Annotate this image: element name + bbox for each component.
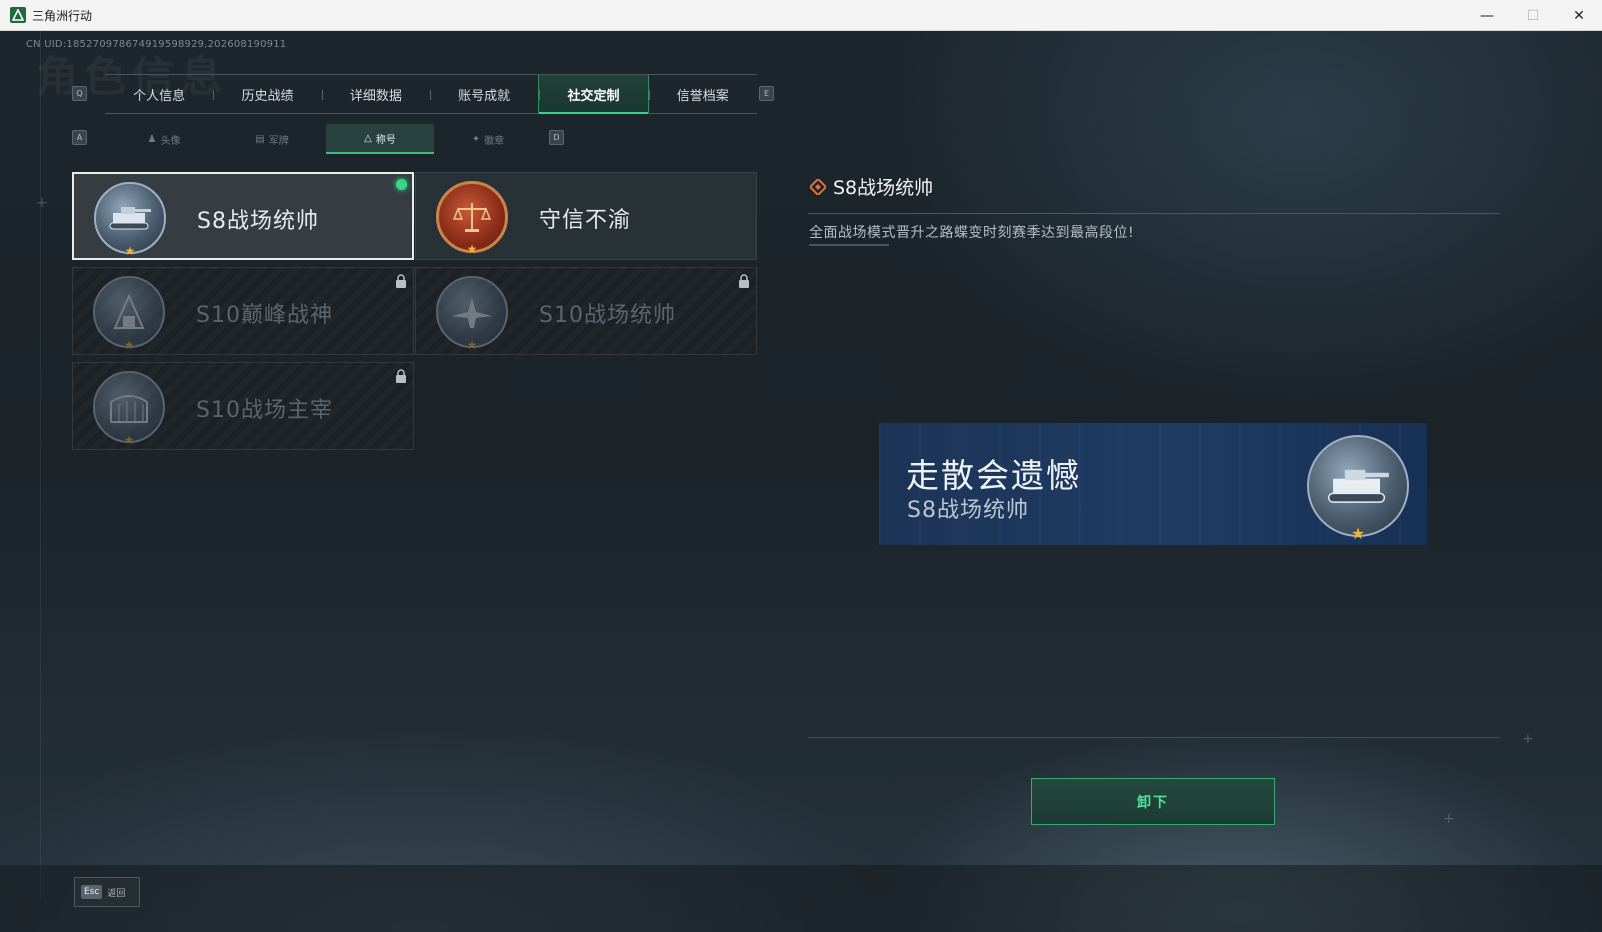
uid-label: CN UID:185270978674919598929,20260819091… [26, 39, 287, 50]
subtab-title[interactable]: △ 称号 [326, 124, 434, 154]
star-icon: ★ [1350, 524, 1366, 543]
title-card[interactable]: ★ S10巅峰战神 [72, 267, 414, 355]
star-icon: ★ [124, 244, 136, 258]
divider [808, 213, 1500, 214]
subtab-emblem[interactable]: ✦ 徽章 [434, 124, 542, 154]
bottom-bar: Esc 返回 [0, 865, 1602, 932]
diamond-icon [810, 179, 826, 195]
tab-personal-info[interactable]: 个人信息 [105, 75, 213, 113]
dogtag-icon: ▤ [255, 133, 265, 145]
title-name: S8战场统帅 [197, 209, 319, 234]
key-hint-next-subtab[interactable]: D [549, 130, 564, 145]
star-icon: ★ [466, 338, 478, 352]
tab-achievements[interactable]: 账号成就 [429, 75, 538, 113]
detail-title: S8战场统帅 [833, 177, 934, 199]
star-icon: ★ [123, 433, 135, 447]
person-icon: ♟ [147, 133, 157, 145]
title-preview-card: 走散会遗憾 S8战场统帅 ★ [879, 423, 1427, 545]
decor-cross-icon: + [1522, 731, 1534, 747]
key-hint-prev-subtab[interactable]: A [72, 130, 87, 145]
tower-medal-icon: ★ [93, 276, 165, 352]
esc-key-badge: Esc [81, 885, 103, 899]
game-viewport: 角色信息 CN UID:185270978674919598929,202608… [0, 31, 1602, 932]
window-title: 三角洲行动 [32, 8, 93, 23]
title-name: S10战场统帅 [539, 303, 676, 328]
key-hint-prev-tab[interactable]: Q [72, 86, 87, 101]
equipped-indicator [396, 179, 407, 190]
detail-description: 全面战场模式晋升之路蝶变时刻赛季达到最高段位! [809, 225, 1135, 241]
app-logo-icon [10, 7, 26, 23]
tab-detailed-data[interactable]: 详细数据 [321, 75, 430, 113]
title-card[interactable]: ★ S10战场主宰 [72, 362, 414, 450]
window-titlebar: 三角洲行动 — ☐ ✕ [0, 0, 1602, 31]
back-label: 返回 [107, 888, 126, 899]
colosseum-medal-icon: ★ [93, 371, 165, 447]
tank-medal-icon: ★ [1307, 435, 1409, 543]
scales-medal-icon: ★ [436, 181, 508, 256]
subtab-avatar[interactable]: ♟ 头像 [110, 124, 218, 154]
title-card[interactable]: ★ S10战场统帅 [415, 267, 757, 355]
main-tabs: 个人信息 历史战绩 详细数据 账号成就 社交定制 信誉档案 [105, 74, 757, 114]
divider [809, 244, 889, 246]
emblem-icon: ✦ [471, 133, 481, 145]
close-button[interactable]: ✕ [1556, 0, 1602, 31]
subtab-label: 徽章 [484, 135, 505, 147]
lock-icon [396, 369, 406, 383]
preview-title-text: S8战场统帅 [907, 498, 1029, 523]
lock-icon [739, 274, 749, 288]
decor-cross-icon: + [1443, 811, 1455, 827]
unequip-button[interactable]: 卸下 [1031, 778, 1275, 825]
title-name: S10战场主宰 [196, 398, 333, 423]
lock-icon [396, 274, 406, 288]
subtab-label: 军牌 [268, 135, 289, 147]
subtab-dogtag[interactable]: ▤ 军牌 [218, 124, 326, 154]
title-card[interactable]: ★ 守信不渝 [415, 172, 757, 260]
star-icon: ★ [123, 338, 135, 352]
tank-medal-icon: ★ [94, 182, 166, 258]
key-hint-next-tab[interactable]: E [759, 86, 774, 101]
sub-tabs: ♟ 头像 ▤ 军牌 △ 称号 ✦ 徽章 [110, 124, 542, 154]
subtab-label: 称号 [375, 134, 396, 146]
back-button[interactable]: Esc 返回 [74, 877, 140, 907]
title-icon: △ [364, 132, 372, 144]
tab-social-custom[interactable]: 社交定制 [538, 75, 649, 114]
tab-match-history[interactable]: 历史战绩 [213, 75, 321, 113]
minimize-button[interactable]: — [1464, 0, 1510, 31]
star-icon: ★ [466, 242, 478, 256]
divider [808, 737, 1500, 738]
aircraft-medal-icon: ★ [436, 276, 508, 352]
title-name: S10巅峰战神 [196, 303, 333, 328]
subtab-label: 头像 [160, 135, 181, 147]
title-card[interactable]: ★ S8战场统帅 [72, 172, 414, 260]
window-controls: — ☐ ✕ [1464, 0, 1602, 31]
title-name: 守信不渝 [539, 208, 632, 233]
decor-cross-icon: + [36, 195, 48, 211]
maximize-button[interactable]: ☐ [1510, 0, 1556, 31]
tab-credit-record[interactable]: 信誉档案 [648, 75, 757, 113]
preview-player-name: 走散会遗憾 [906, 456, 1081, 495]
